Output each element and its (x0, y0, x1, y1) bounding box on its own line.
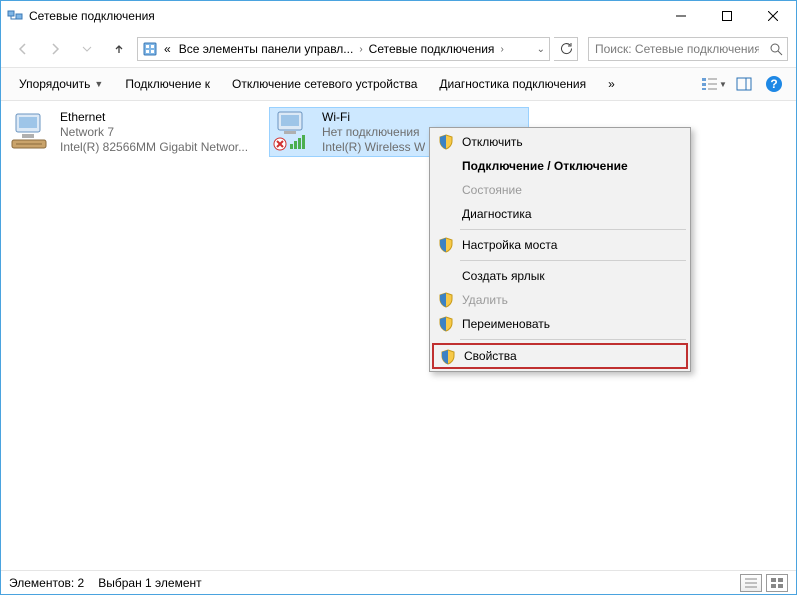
preview-pane-button[interactable] (730, 70, 758, 98)
diagnose-button[interactable]: Диагностика подключения (429, 73, 596, 95)
connection-name: Wi-Fi (322, 110, 425, 125)
menu-item: Состояние (432, 178, 688, 202)
menu-item-label: Диагностика (462, 207, 532, 221)
view-details-button[interactable] (740, 574, 762, 592)
toolbar-label: Упорядочить (19, 77, 90, 91)
connection-name: Ethernet (60, 110, 248, 125)
menu-separator (460, 260, 686, 261)
menu-item[interactable]: Создать ярлык (432, 264, 688, 288)
breadcrumb-prefix: « (162, 42, 173, 56)
disable-device-button[interactable]: Отключение сетевого устройства (222, 73, 427, 95)
menu-separator (460, 229, 686, 230)
connect-to-button[interactable]: Подключение к (115, 73, 220, 95)
uac-shield-icon (438, 237, 454, 253)
menu-item: Удалить (432, 288, 688, 312)
breadcrumb-item[interactable]: Все элементы панели управл... (177, 42, 356, 56)
uac-shield-icon (438, 134, 454, 150)
status-bar: Элементов: 2 Выбран 1 элемент (1, 570, 796, 594)
status-count: Элементов: 2 (9, 576, 84, 590)
search-icon[interactable] (765, 42, 787, 56)
menu-item-label: Создать ярлык (462, 269, 545, 283)
close-button[interactable] (750, 1, 796, 31)
connection-item-ethernet[interactable]: Ethernet Network 7 Intel(R) 82566MM Giga… (7, 107, 267, 157)
nav-up-button[interactable] (105, 35, 133, 63)
organize-button[interactable]: Упорядочить ▼ (9, 73, 113, 95)
menu-item-label: Настройка моста (462, 238, 557, 252)
context-menu: Отключить Подключение / Отключение Состоян… (429, 127, 691, 372)
minimize-button[interactable] (658, 1, 704, 31)
menu-item[interactable]: Настройка моста (432, 233, 688, 257)
menu-item-label: Подключение / Отключение (462, 159, 628, 173)
ethernet-icon (10, 110, 52, 152)
nav-recent-button[interactable] (73, 35, 101, 63)
help-button[interactable]: ? (760, 70, 788, 98)
toolbar-overflow-button[interactable]: » (598, 73, 625, 95)
svg-text:?: ? (770, 77, 777, 91)
nav-forward-button[interactable] (41, 35, 69, 63)
connection-device: Intel(R) Wireless W (322, 140, 425, 155)
app-icon (7, 8, 23, 24)
connection-status: Нет подключения (322, 125, 425, 140)
menu-item-label: Удалить (462, 293, 508, 307)
toolbar: Упорядочить ▼ Подключение к Отключение се… (1, 67, 796, 101)
chevron-down-icon: ▼ (94, 79, 103, 89)
chevron-right-icon[interactable]: › (359, 44, 362, 55)
toolbar-label: Подключение к (125, 77, 210, 91)
view-large-icons-button[interactable] (766, 574, 788, 592)
window-title: Сетевые подключения (29, 9, 658, 23)
menu-item-label: Переименовать (462, 317, 550, 331)
menu-item-label: Состояние (462, 183, 522, 197)
search-input[interactable] (589, 42, 765, 56)
nav-row: « Все элементы панели управл... › Сетевы… (1, 31, 796, 67)
menu-separator (460, 339, 686, 340)
chevron-down-icon[interactable]: ⌄ (537, 44, 545, 55)
uac-shield-icon (438, 292, 454, 308)
connection-status: Network 7 (60, 125, 248, 140)
toolbar-label: Отключение сетевого устройства (232, 77, 417, 91)
view-options-button[interactable]: ▼ (700, 70, 728, 98)
nav-back-button[interactable] (9, 35, 37, 63)
status-selection: Выбран 1 элемент (98, 576, 201, 590)
address-bar[interactable]: « Все элементы панели управл... › Сетевы… (137, 37, 550, 61)
menu-item-label: Свойства (464, 349, 517, 363)
chevron-right-icon[interactable]: › (500, 44, 503, 55)
control-panel-icon (142, 41, 158, 57)
wifi-icon (272, 110, 314, 152)
toolbar-label: » (608, 77, 615, 91)
window: Сетевые подключения « Все элементы панел… (0, 0, 797, 595)
maximize-button[interactable] (704, 1, 750, 31)
refresh-button[interactable] (554, 37, 578, 61)
uac-shield-icon (438, 316, 454, 332)
menu-item[interactable]: Диагностика (432, 202, 688, 226)
uac-shield-icon (440, 349, 456, 365)
menu-item[interactable]: Свойства (432, 343, 688, 369)
menu-item[interactable]: Подключение / Отключение (432, 154, 688, 178)
connection-device: Intel(R) 82566MM Gigabit Networ... (60, 140, 248, 155)
search-box[interactable] (588, 37, 788, 61)
menu-item[interactable]: Переименовать (432, 312, 688, 336)
titlebar: Сетевые подключения (1, 1, 796, 31)
menu-item-label: Отключить (462, 135, 523, 149)
toolbar-label: Диагностика подключения (439, 77, 586, 91)
menu-item[interactable]: Отключить (432, 130, 688, 154)
breadcrumb-item[interactable]: Сетевые подключения (367, 42, 497, 56)
